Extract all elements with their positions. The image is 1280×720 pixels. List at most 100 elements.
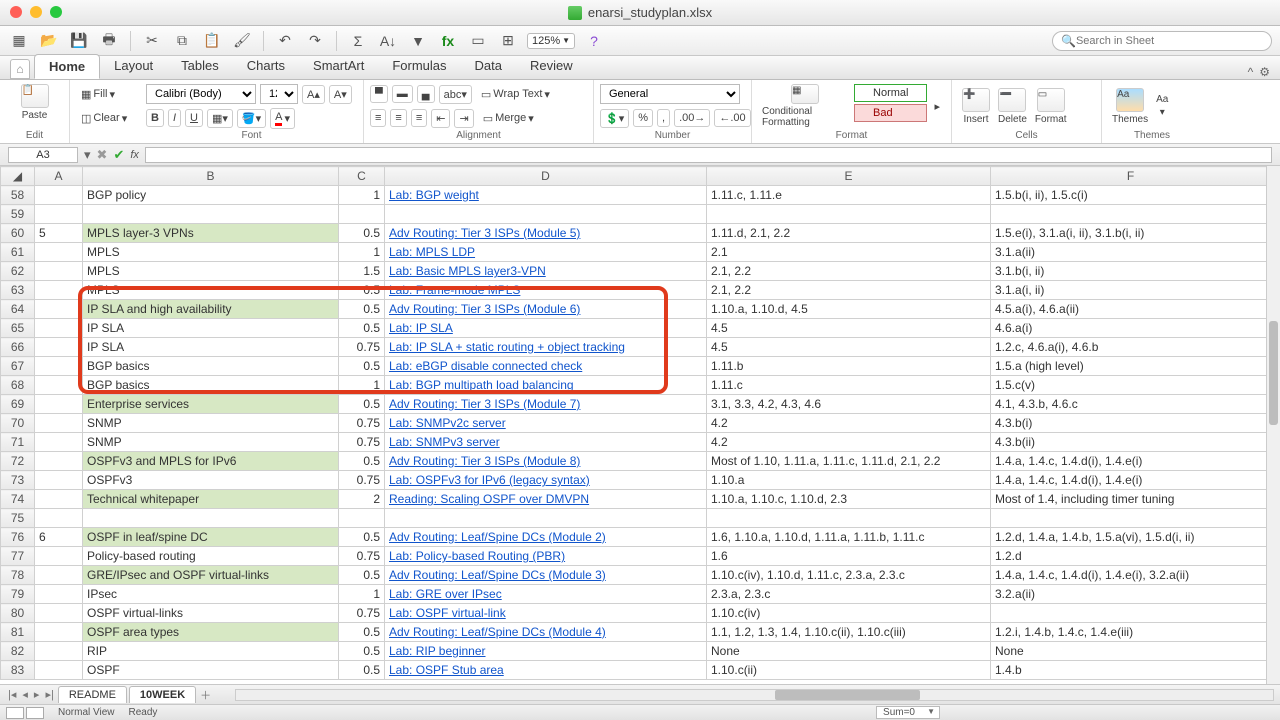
cell[interactable]: BGP basics	[83, 376, 339, 395]
cell[interactable]: 1.4.b	[991, 661, 1271, 680]
cell[interactable]: 2.3.a, 2.3.c	[707, 585, 991, 604]
cell[interactable]	[35, 471, 83, 490]
cell[interactable]: 1.5.b(i, ii), 1.5.c(i)	[991, 186, 1271, 205]
paste-icon[interactable]: 📋	[201, 30, 223, 52]
print-icon[interactable]: 🖶	[98, 30, 120, 52]
cancel-icon[interactable]: ✖	[97, 147, 108, 163]
row-header[interactable]: 77	[1, 547, 35, 566]
cell[interactable]	[339, 205, 385, 224]
cell[interactable]	[35, 262, 83, 281]
dec-decimal-icon[interactable]: ←.00	[714, 109, 750, 127]
align-mid-icon[interactable]: ▬	[392, 85, 413, 103]
inc-decimal-icon[interactable]: .00→	[674, 109, 710, 127]
cell[interactable]: 1.5.c(v)	[991, 376, 1271, 395]
cell[interactable]	[707, 509, 991, 528]
open-icon[interactable]: 📂	[38, 30, 60, 52]
filter-icon[interactable]: ▼	[407, 30, 429, 52]
underline-button[interactable]: U	[185, 109, 203, 127]
cell-link[interactable]: Lab: SNMPv3 server	[385, 433, 707, 452]
cell[interactable]: MPLS	[83, 281, 339, 300]
cell[interactable]: 3.2.a(ii)	[991, 585, 1271, 604]
cell[interactable]: 1.4.a, 1.4.c, 1.4.d(i), 1.4.e(i)	[991, 471, 1271, 490]
tab-home[interactable]: Home	[34, 54, 100, 79]
cell[interactable]	[35, 452, 83, 471]
sheet-tab-readme[interactable]: README	[58, 686, 127, 703]
row-header[interactable]: 64	[1, 300, 35, 319]
cell[interactable]: BGP policy	[83, 186, 339, 205]
cell[interactable]	[35, 414, 83, 433]
cell[interactable]	[991, 509, 1271, 528]
page-layout-view-icon[interactable]	[26, 707, 44, 719]
col-header-A[interactable]: A	[35, 167, 83, 186]
cell[interactable]	[991, 604, 1271, 623]
row-header[interactable]: 76	[1, 528, 35, 547]
cell[interactable]: None	[707, 642, 991, 661]
clear-button[interactable]: ◫ Clear ▾	[76, 109, 132, 128]
cell[interactable]	[35, 376, 83, 395]
cell[interactable]	[991, 205, 1271, 224]
cell[interactable]: OSPF area types	[83, 623, 339, 642]
cell[interactable]: 1	[339, 376, 385, 395]
cell[interactable]: 1.2.i, 1.4.b, 1.4.c, 1.4.e(iii)	[991, 623, 1271, 642]
cell[interactable]: 1.11.d, 2.1, 2.2	[707, 224, 991, 243]
cell[interactable]: 1.11.c, 1.11.e	[707, 186, 991, 205]
insert-button[interactable]: ➕Insert	[958, 82, 994, 130]
cell[interactable]: 4.6.a(i)	[991, 319, 1271, 338]
format-button[interactable]: ▭Format	[1031, 82, 1071, 130]
orientation-icon[interactable]: abc▾	[439, 85, 472, 104]
redo-icon[interactable]: ↷	[304, 30, 326, 52]
autosum-icon[interactable]: Σ	[347, 30, 369, 52]
cell[interactable]: 5	[35, 224, 83, 243]
bold-button[interactable]: B	[146, 109, 164, 127]
indent-inc-icon[interactable]: ⇥	[454, 109, 473, 128]
cell-link[interactable]: Lab: OSPFv3 for IPv6 (legacy syntax)	[385, 471, 707, 490]
cell[interactable]: 0.5	[339, 395, 385, 414]
cell-link[interactable]: Adv Routing: Tier 3 ISPs (Module 5)	[385, 224, 707, 243]
tab-tables[interactable]: Tables	[167, 54, 233, 79]
cell[interactable]: 1.1, 1.2, 1.3, 1.4, 1.10.c(ii), 1.10.c(i…	[707, 623, 991, 642]
cell[interactable]: 4.3.b(i)	[991, 414, 1271, 433]
formula-input[interactable]	[145, 147, 1272, 163]
cell[interactable]: IP SLA	[83, 338, 339, 357]
help-icon[interactable]: ?	[583, 30, 605, 52]
row-header[interactable]: 63	[1, 281, 35, 300]
fill-color-button[interactable]: 🪣▾	[237, 109, 266, 128]
add-sheet-icon[interactable]: ＋	[198, 687, 213, 703]
merge-button[interactable]: ▭ Merge ▾	[478, 109, 539, 128]
cell-link[interactable]	[385, 509, 707, 528]
cell-link[interactable]: Lab: MPLS LDP	[385, 243, 707, 262]
cell[interactable]: 1.10.c(iv), 1.10.d, 1.11.c, 2.3.a, 2.3.c	[707, 566, 991, 585]
row-header[interactable]: 60	[1, 224, 35, 243]
cell[interactable]	[35, 566, 83, 585]
cell-link[interactable]: Adv Routing: Tier 3 ISPs (Module 8)	[385, 452, 707, 471]
close-icon[interactable]	[10, 6, 22, 18]
cell[interactable]: SNMP	[83, 414, 339, 433]
cell[interactable]: 2	[339, 490, 385, 509]
cell[interactable]: 4.3.b(ii)	[991, 433, 1271, 452]
cell-link[interactable]: Adv Routing: Leaf/Spine DCs (Module 3)	[385, 566, 707, 585]
cell[interactable]	[83, 509, 339, 528]
cell[interactable]: 0.5	[339, 357, 385, 376]
cell[interactable]: 4.2	[707, 414, 991, 433]
cell[interactable]: 2.1, 2.2	[707, 262, 991, 281]
cell[interactable]: 0.75	[339, 471, 385, 490]
minimize-icon[interactable]	[30, 6, 42, 18]
paste-button[interactable]: 📋Paste	[6, 82, 63, 123]
cell[interactable]: 2.1, 2.2	[707, 281, 991, 300]
cell[interactable]: 3.1.a(i, ii)	[991, 281, 1271, 300]
confirm-icon[interactable]: ✔	[113, 147, 124, 163]
wrap-text-button[interactable]: ▭ Wrap Text ▾	[476, 85, 555, 104]
cell[interactable]	[35, 623, 83, 642]
cell-link[interactable]: Lab: IP SLA	[385, 319, 707, 338]
cell[interactable]: Policy-based routing	[83, 547, 339, 566]
cell[interactable]: 1.6	[707, 547, 991, 566]
cell-link[interactable]: Lab: BGP weight	[385, 186, 707, 205]
cell[interactable]	[35, 319, 83, 338]
tab-next-icon[interactable]: ▸	[32, 688, 42, 701]
row-header[interactable]: 69	[1, 395, 35, 414]
border-button[interactable]: ▦▾	[207, 109, 233, 128]
maximize-icon[interactable]	[50, 6, 62, 18]
cell[interactable]: RIP	[83, 642, 339, 661]
cell[interactable]: 3.1.b(i, ii)	[991, 262, 1271, 281]
ribbon-expand-icon[interactable]: ^	[1248, 65, 1254, 79]
